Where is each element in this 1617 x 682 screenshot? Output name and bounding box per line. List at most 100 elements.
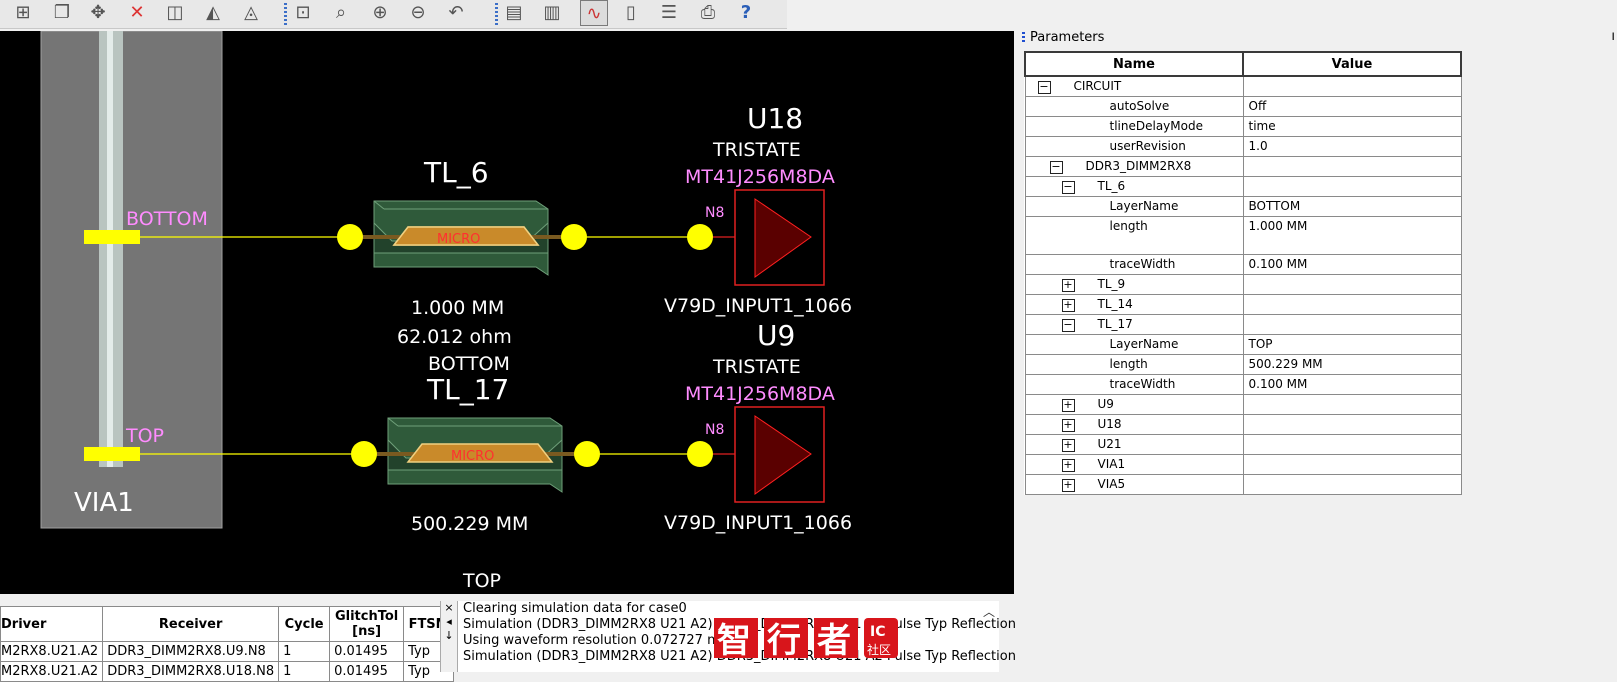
glitchtol-column-header[interactable]: GlitchTol [ns] — [329, 606, 405, 642]
log-collapse-icon[interactable]: ◂ — [441, 615, 457, 629]
split-button[interactable]: ◫ — [162, 0, 188, 24]
u18-pin-node[interactable] — [687, 224, 713, 250]
schematic-svg[interactable]: VIA1 BOTTOM TOP MICRO TL_6 1.000 MM 62.0… — [0, 31, 1014, 594]
parameter-row[interactable]: − DDR3_DIMM2RX8 — [1024, 156, 1462, 177]
zoom-window-button[interactable]: ⌕ — [328, 0, 354, 24]
parameter-name-cell[interactable]: − TL_6 — [1024, 176, 1244, 197]
parameter-row[interactable]: traceWidth 0.100 MM — [1024, 254, 1462, 275]
parameter-name-cell[interactable]: + U21 — [1024, 434, 1244, 455]
parameter-name-cell[interactable]: + VIA5 — [1024, 474, 1244, 495]
parameter-name-cell[interactable]: traceWidth — [1024, 254, 1244, 275]
parameter-row[interactable]: length 500.229 MM — [1024, 354, 1462, 375]
parameter-row[interactable]: autoSolve Off — [1024, 96, 1462, 117]
parameter-row[interactable]: userRevision 1.0 — [1024, 136, 1462, 157]
parameter-value-cell[interactable] — [1242, 294, 1462, 315]
value-column-header[interactable]: Value — [1242, 51, 1462, 77]
name-column-header[interactable]: Name — [1024, 51, 1244, 77]
parameter-row[interactable]: − CIRCUIT — [1024, 75, 1462, 97]
table-cell[interactable]: M2RX8.U21.A2 — [0, 641, 104, 662]
parameter-name-cell[interactable]: length — [1024, 354, 1244, 375]
delete-button[interactable]: ✕ — [124, 0, 150, 24]
parameter-row[interactable]: + U18 — [1024, 414, 1462, 435]
parameter-name-cell[interactable]: + VIA1 — [1024, 454, 1244, 475]
table-row[interactable]: M2RX8.U21.A2 DDR3_DIMM2RX8.U9.N8 1 0.01495 T… — [0, 641, 455, 662]
u9-buffer-symbol[interactable] — [734, 406, 825, 503]
parameter-value-cell[interactable]: BOTTOM — [1242, 196, 1462, 217]
parameter-value-cell[interactable]: 500.229 MM — [1242, 354, 1462, 375]
expand-icon[interactable]: + — [1061, 299, 1075, 312]
parameter-name-cell[interactable]: + TL_14 — [1024, 294, 1244, 315]
collapse-icon[interactable]: − — [1049, 161, 1063, 174]
parameter-value-cell[interactable] — [1242, 414, 1462, 435]
expand-icon[interactable]: + — [1061, 279, 1075, 292]
receiver-column-header[interactable]: Receiver — [102, 606, 280, 642]
parameter-row[interactable]: + U21 — [1024, 434, 1462, 455]
expand-icon[interactable]: + — [1061, 419, 1075, 432]
tl17-node-right[interactable] — [574, 441, 600, 467]
parameter-name-cell[interactable]: userRevision — [1024, 136, 1244, 157]
via-pad-bottom[interactable] — [84, 230, 140, 244]
parameter-value-cell[interactable] — [1242, 394, 1462, 415]
book-button[interactable]: ▯ — [618, 0, 644, 24]
parameter-value-cell[interactable]: 1.000 MM — [1242, 216, 1462, 255]
parameter-value-cell[interactable] — [1242, 454, 1462, 475]
parameter-name-cell[interactable]: − DDR3_DIMM2RX8 — [1024, 156, 1244, 177]
parameter-name-cell[interactable]: + U18 — [1024, 414, 1244, 435]
parameter-name-cell[interactable]: + U9 — [1024, 394, 1244, 415]
log-close-icon[interactable]: × — [441, 601, 457, 615]
parameter-value-cell[interactable] — [1242, 156, 1462, 177]
expand-icon[interactable]: + — [1061, 399, 1075, 412]
parameter-value-cell[interactable] — [1242, 176, 1462, 197]
tl17-node-left[interactable] — [351, 441, 377, 467]
u9-pin-node[interactable] — [687, 441, 713, 467]
parameter-name-cell[interactable]: LayerName — [1024, 196, 1244, 217]
zoom-previous-button[interactable]: ↶ — [443, 0, 469, 24]
driver-column-header[interactable]: Driver — [0, 606, 104, 642]
expand-icon[interactable]: + — [1061, 439, 1075, 452]
parameter-value-cell[interactable]: 0.100 MM — [1242, 374, 1462, 395]
parameter-row[interactable]: + TL_14 — [1024, 294, 1462, 315]
parameter-name-cell[interactable]: − CIRCUIT — [1024, 75, 1244, 97]
table-cell[interactable]: 1 — [278, 641, 331, 662]
tl6-node-right[interactable] — [561, 224, 587, 250]
collapse-icon[interactable]: − — [1061, 181, 1075, 194]
parameter-row[interactable]: + TL_9 — [1024, 274, 1462, 295]
parameter-row[interactable]: traceWidth 0.100 MM — [1024, 374, 1462, 395]
collapse-icon[interactable]: − — [1037, 81, 1051, 94]
waveform-button[interactable]: ∿ — [580, 0, 608, 26]
print-button[interactable]: ⎙ — [695, 0, 721, 24]
parameter-value-cell[interactable] — [1242, 274, 1462, 295]
tl6-node-left[interactable] — [337, 224, 363, 250]
parameter-row[interactable]: LayerName TOP — [1024, 334, 1462, 355]
parameter-row[interactable]: + VIA1 — [1024, 454, 1462, 475]
parameter-name-cell[interactable]: traceWidth — [1024, 374, 1244, 395]
table-cell[interactable]: DDR3_DIMM2RX8.U9.N8 — [102, 641, 280, 662]
panel-pin-icon[interactable]: ı — [1611, 29, 1615, 44]
table-cell[interactable]: 0.01495 — [329, 641, 405, 662]
parameter-row[interactable]: − TL_6 — [1024, 176, 1462, 197]
clipboard-button[interactable]: ▥ — [539, 0, 565, 24]
parameter-name-cell[interactable]: − TL_17 — [1024, 314, 1244, 335]
expand-icon[interactable]: + — [1061, 479, 1075, 492]
parameter-row[interactable]: tlineDelayMode time — [1024, 116, 1462, 137]
parameter-row[interactable]: + U9 — [1024, 394, 1462, 415]
parameter-name-cell[interactable]: LayerName — [1024, 334, 1244, 355]
parameter-value-cell[interactable]: 1.0 — [1242, 136, 1462, 157]
parameter-row[interactable]: LayerName BOTTOM — [1024, 196, 1462, 217]
copy-button[interactable]: ❐ — [49, 0, 75, 24]
via-pad-top[interactable] — [84, 447, 140, 461]
parameter-name-cell[interactable]: tlineDelayMode — [1024, 116, 1244, 137]
schematic-canvas[interactable]: VIA1 BOTTOM TOP MICRO TL_6 1.000 MM 62.0… — [0, 31, 1014, 594]
parameter-name-cell[interactable]: length — [1024, 216, 1244, 255]
expand-icon[interactable]: + — [1061, 459, 1075, 472]
parameter-row[interactable]: + VIA5 — [1024, 474, 1462, 495]
parameter-value-cell[interactable] — [1242, 434, 1462, 455]
parameter-value-cell[interactable]: Off — [1242, 96, 1462, 117]
parameter-value-cell[interactable] — [1242, 474, 1462, 495]
panel-grip[interactable] — [1022, 32, 1025, 43]
zoom-out-button[interactable]: ⊖ — [405, 0, 431, 24]
parameter-value-cell[interactable]: TOP — [1242, 334, 1462, 355]
scroll-up-icon[interactable]: ︿ — [983, 603, 995, 620]
u18-buffer-symbol[interactable] — [734, 189, 825, 286]
log-pin-icon[interactable]: ↓ — [441, 629, 457, 643]
